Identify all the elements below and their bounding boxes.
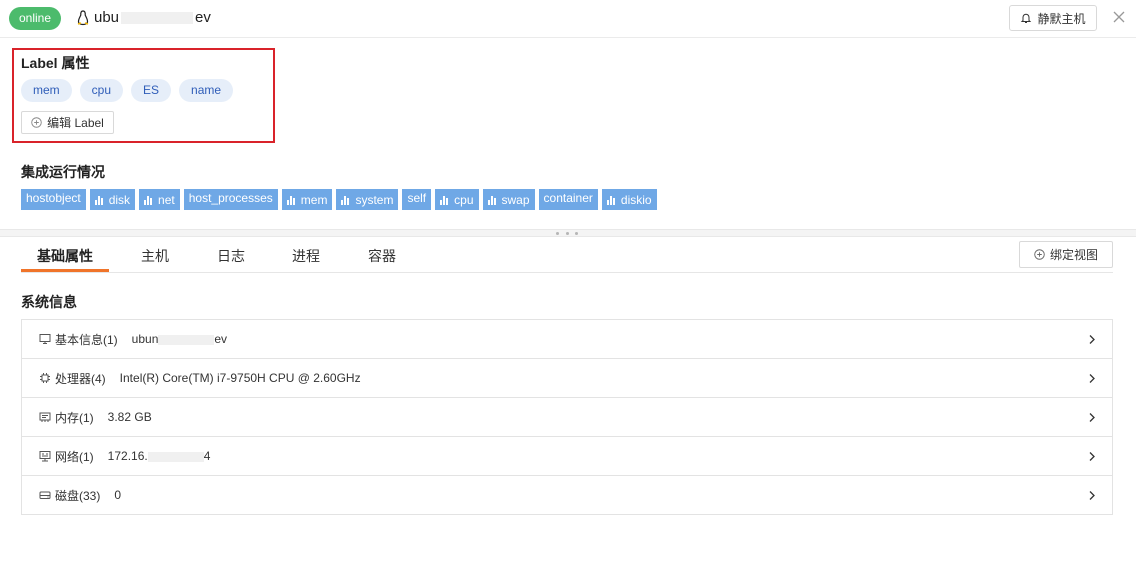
integration-tag-mem[interactable]: mem [281, 189, 333, 210]
integration-section-title: 集成运行情况 [21, 164, 105, 180]
system-info-row-network[interactable]: 网络(1) 172.16. 4 [22, 437, 1112, 476]
chevron-right-icon [1089, 335, 1095, 344]
plus-circle-icon [31, 117, 42, 128]
label-tag[interactable]: name [179, 79, 234, 102]
integration-tag-swap[interactable]: swap [482, 189, 535, 210]
header-bar: online ubu ev 静默主机 [0, 0, 1136, 38]
tab-processes[interactable]: 进程 [292, 247, 320, 265]
row-label: 网络(1) [55, 449, 94, 464]
chevron-right-icon [1089, 413, 1095, 422]
chevron-right-icon [1089, 374, 1095, 383]
edit-label-button[interactable]: 编辑 Label [21, 111, 114, 134]
row-label: 磁盘(33) [55, 488, 101, 503]
integration-tag-label: container [543, 191, 593, 205]
label-section-title: Label 属性 [21, 55, 90, 71]
integration-tag-label: diskio [620, 192, 652, 207]
integration-tag-hostobject[interactable]: hostobject [21, 189, 86, 210]
row-value: 172.16. 4 [108, 449, 211, 463]
memory-icon [39, 412, 51, 422]
disk-icon [39, 491, 51, 499]
integration-tag-net[interactable]: net [139, 189, 180, 210]
row-value: Intel(R) Core(TM) i7-9750H CPU @ 2.60GHz [119, 371, 361, 385]
tab-bar: 基础属性 主机 日志 进程 容器 [21, 241, 1113, 273]
tab-basic-attributes[interactable]: 基础属性 [37, 247, 93, 265]
resize-divider[interactable] [0, 229, 1136, 237]
label-tag[interactable]: cpu [79, 79, 124, 102]
redaction-mask [158, 334, 215, 345]
integration-tag-list: hostobject disk net host_processes mem system… [21, 189, 657, 210]
integration-tag-label: self [407, 191, 427, 205]
close-icon[interactable] [1112, 10, 1126, 24]
row-value-prefix: 172.16. [107, 449, 148, 463]
label-tag[interactable]: mem [21, 79, 72, 102]
integration-tag-container[interactable]: container [538, 189, 598, 210]
integration-tag-host-processes[interactable]: host_processes [183, 189, 278, 210]
monitor-icon [39, 334, 51, 344]
integration-tag-label: cpu [454, 192, 474, 207]
integration-tag-self[interactable]: self [402, 189, 432, 210]
bar-chart-icon [144, 195, 153, 205]
tab-logs[interactable]: 日志 [217, 247, 245, 265]
integration-tag-label: mem [300, 192, 328, 207]
redaction-mask [121, 12, 194, 25]
system-info-list: 基本信息(1) ubun ev 处理器(4) Intel(R) Core(TM) … [21, 319, 1113, 515]
row-label: 基本信息(1) [55, 332, 118, 347]
integration-tag-system[interactable]: system [336, 189, 399, 210]
integration-tag-label: system [355, 192, 394, 207]
integration-tag-disk[interactable]: disk [89, 189, 136, 210]
redaction-mask [147, 451, 204, 462]
integration-tag-diskio[interactable]: diskio [601, 189, 657, 210]
integration-tag-label: host_processes [188, 191, 273, 205]
bar-chart-icon [487, 195, 496, 205]
host-name-suffix: ev [195, 9, 211, 26]
row-value-prefix: ubun [131, 332, 159, 346]
bar-chart-icon [341, 195, 350, 205]
row-value-suffix: ev [214, 332, 228, 346]
network-icon [39, 451, 51, 462]
integration-tag-label: disk [108, 192, 131, 207]
bar-chart-icon [286, 195, 295, 205]
integration-tag-label: swap [501, 192, 530, 207]
integration-tag-label: hostobject [26, 191, 81, 205]
integration-tag-cpu[interactable]: cpu [435, 189, 479, 210]
status-badge: online [9, 7, 62, 30]
bar-chart-icon [440, 195, 449, 205]
host-name: ubu ev [94, 8, 211, 28]
bind-view-button[interactable]: 绑定视图 [1019, 241, 1113, 268]
mute-host-label: 静默主机 [1037, 11, 1086, 26]
row-value: ubun ev [132, 332, 227, 346]
chevron-right-icon [1089, 491, 1095, 500]
bar-chart-icon [94, 195, 103, 205]
linux-icon [77, 10, 89, 26]
row-value: 3.82 GB [107, 410, 152, 424]
host-name-prefix: ubu [94, 9, 120, 26]
row-value-suffix: 4 [203, 449, 211, 463]
system-info-row-disk[interactable]: 磁盘(33) 0 [22, 476, 1112, 515]
bar-chart-icon [606, 195, 615, 205]
edit-label-text: 编辑 Label [47, 116, 104, 130]
mute-host-button[interactable]: 静默主机 [1009, 5, 1097, 31]
label-tag-list: mem cpu ES name [21, 79, 234, 102]
integration-tag-label: net [158, 192, 175, 207]
label-tag[interactable]: ES [131, 79, 172, 102]
system-info-row-basic[interactable]: 基本信息(1) ubun ev [22, 320, 1112, 359]
tab-containers[interactable]: 容器 [368, 247, 396, 265]
bind-view-label: 绑定视图 [1049, 248, 1098, 262]
system-info-row-cpu[interactable]: 处理器(4) Intel(R) Core(TM) i7-9750H CPU @ … [22, 359, 1112, 398]
cpu-icon [40, 373, 50, 383]
row-label: 处理器(4) [55, 371, 106, 386]
drag-handle-icon[interactable] [556, 231, 578, 236]
row-label: 内存(1) [55, 410, 94, 425]
plus-circle-icon [1034, 249, 1045, 260]
tab-host[interactable]: 主机 [141, 247, 169, 265]
chevron-right-icon [1089, 452, 1095, 461]
bell-icon [1021, 13, 1032, 23]
row-value: 0 [114, 488, 122, 502]
system-info-title: 系统信息 [21, 294, 77, 310]
system-info-row-memory[interactable]: 内存(1) 3.82 GB [22, 398, 1112, 437]
active-tab-indicator [21, 269, 109, 272]
